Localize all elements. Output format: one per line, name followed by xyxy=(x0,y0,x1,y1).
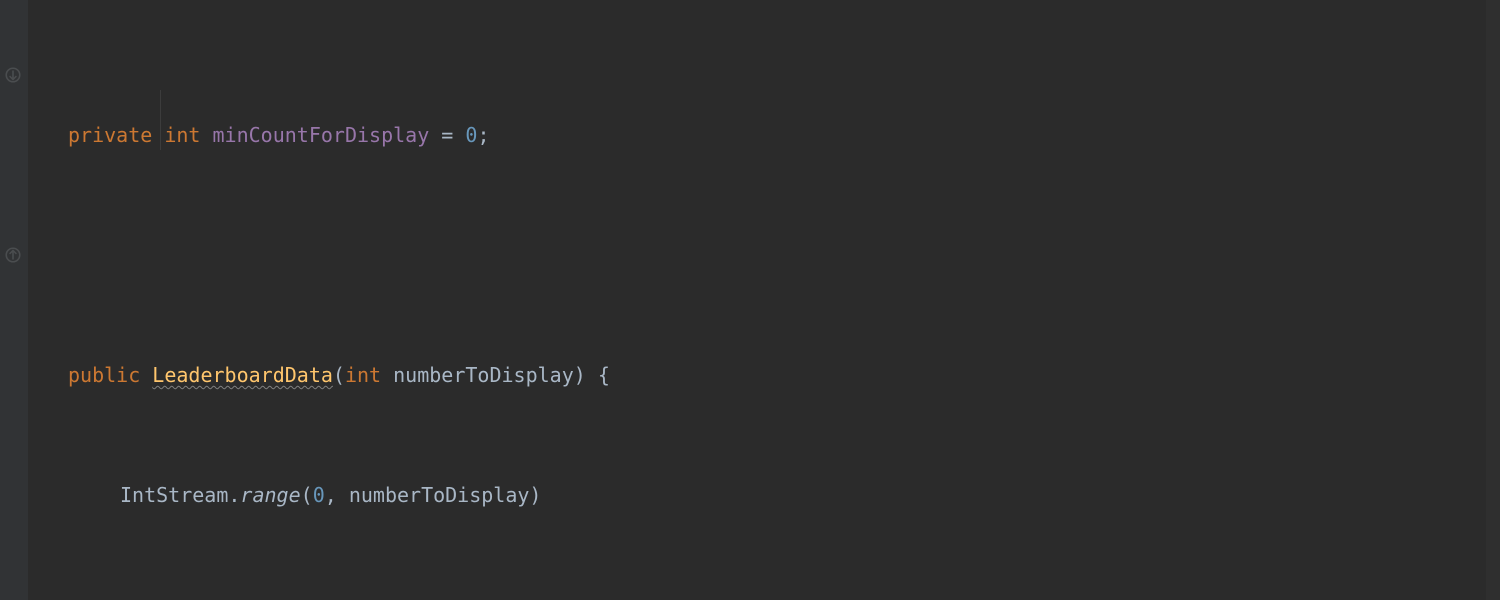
gutter-override-icon[interactable] xyxy=(4,66,22,84)
code-editor[interactable]: private int minCountForDisplay = 0; publ… xyxy=(0,0,1500,600)
number-literal: 0 xyxy=(313,483,325,507)
code-line[interactable]: IntStream.range(0, numberToDisplay) xyxy=(28,480,1500,510)
code-line-empty[interactable] xyxy=(28,240,1500,270)
static-method: range xyxy=(240,483,300,507)
field-name: minCountForDisplay xyxy=(213,123,430,147)
gutter-implements-icon[interactable] xyxy=(4,246,22,264)
code-text: = xyxy=(429,123,465,147)
constructor-name: LeaderboardData xyxy=(152,363,333,387)
keyword-int: int xyxy=(345,363,381,387)
indent-guide xyxy=(160,90,161,150)
keyword-int: int xyxy=(164,123,200,147)
code-line[interactable]: public LeaderboardData(int numberToDispl… xyxy=(28,360,1500,390)
code-text: ( xyxy=(301,483,313,507)
code-area[interactable]: private int minCountForDisplay = 0; publ… xyxy=(28,0,1500,600)
vertical-scrollbar[interactable] xyxy=(1486,0,1500,600)
code-text: numberToDisplay) { xyxy=(381,363,610,387)
keyword-public: public xyxy=(68,363,140,387)
code-line[interactable]: private int minCountForDisplay = 0; xyxy=(28,120,1500,150)
number-literal: 0 xyxy=(465,123,477,147)
gutter xyxy=(0,0,28,600)
keyword-private: private xyxy=(68,123,152,147)
code-text: IntStream. xyxy=(120,483,240,507)
code-text: ( xyxy=(333,363,345,387)
code-text: ; xyxy=(477,123,489,147)
code-text: , numberToDisplay) xyxy=(325,483,542,507)
